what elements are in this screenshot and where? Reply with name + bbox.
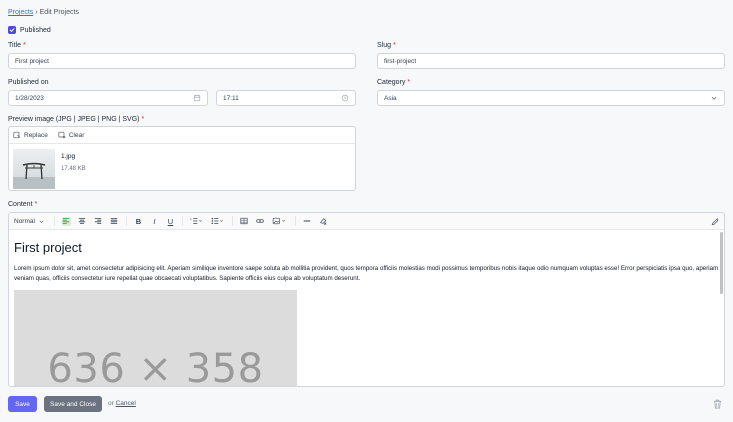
chevron-down-icon	[711, 96, 717, 100]
uploader-toolbar: Replace Clear	[9, 127, 355, 144]
date-input-value: 1/28/2023	[15, 94, 44, 102]
toolbar-divider	[294, 216, 296, 226]
toolbar-divider	[231, 216, 233, 226]
bold-icon[interactable]: B	[134, 217, 143, 226]
clear-icon	[58, 131, 66, 139]
clock-icon[interactable]	[341, 94, 349, 102]
published-toggle[interactable]: Published	[8, 26, 51, 34]
content-label: Content *	[8, 201, 37, 208]
or-cancel: or Cancel	[108, 400, 136, 407]
link-icon[interactable]	[256, 217, 265, 226]
format-select[interactable]: Normal	[14, 218, 45, 225]
underline-icon[interactable]: U	[166, 217, 175, 226]
breadcrumb-projects-link[interactable]: Projects	[8, 9, 33, 16]
align-right-icon[interactable]	[94, 217, 103, 226]
trash-icon[interactable]	[713, 399, 722, 409]
calendar-icon[interactable]	[193, 94, 201, 102]
category-label-text: Category	[377, 79, 406, 86]
content-heading: First project	[14, 240, 82, 255]
clear-label: Clear	[68, 131, 85, 139]
editor-content-area[interactable]: First project Lorem ipsum dolor sit, ame…	[9, 230, 724, 387]
time-input[interactable]: 17:11	[216, 90, 356, 106]
svg-text:1: 1	[191, 217, 193, 221]
category-label: Category *	[377, 79, 410, 86]
or-text: or	[108, 400, 114, 407]
toolbar-divider	[125, 216, 127, 226]
slug-label: Slug *	[377, 42, 396, 49]
check-icon	[9, 28, 15, 32]
content-editor: Normal B I U 1 First project Lorem ipsum…	[8, 212, 725, 387]
required-marker: *	[407, 79, 411, 86]
placeholder-dimensions: 636 × 358	[47, 346, 264, 387]
horizontal-line-icon[interactable]	[303, 217, 312, 226]
image-thumbnail[interactable]	[13, 149, 55, 189]
content-label-text: Content	[8, 201, 33, 208]
align-left-icon[interactable]	[61, 216, 71, 226]
preview-image-label: Preview image (JPG | JPEG | PNG | SVG) *	[8, 116, 144, 123]
source-edit-icon[interactable]	[710, 217, 719, 226]
clear-format-icon[interactable]	[319, 217, 328, 226]
published-checkbox[interactable]	[8, 26, 16, 34]
published-label: Published	[20, 26, 51, 34]
breadcrumb-current: Edit Projects	[39, 9, 79, 16]
file-size: 17.48 KB	[61, 166, 86, 172]
replace-label: Replace	[24, 131, 48, 139]
toolbar-divider	[181, 216, 183, 226]
time-input-value: 17:11	[223, 94, 239, 102]
slug-label-text: Slug	[377, 42, 392, 49]
content-paragraph: Lorem ipsum dolor sit, amet consectetur …	[14, 265, 719, 282]
align-center-icon[interactable]	[78, 217, 87, 226]
ordered-list-icon[interactable]: 1	[190, 217, 204, 226]
chevron-down-icon	[39, 220, 44, 223]
content-placeholder-image[interactable]: 636 × 358	[14, 290, 297, 387]
preview-image-uploader: Replace Clear 1.jpg 17.48 KB	[8, 126, 356, 191]
torii-gate-image	[13, 162, 55, 189]
uploaded-file: 1.jpg 17.48 KB	[9, 144, 355, 194]
save-button[interactable]: Save	[8, 396, 37, 412]
clear-button[interactable]: Clear	[58, 131, 85, 139]
italic-icon[interactable]: I	[150, 217, 159, 226]
title-input[interactable]: First project	[8, 53, 356, 69]
table-icon[interactable]	[240, 217, 249, 226]
bulleted-list-icon[interactable]	[211, 217, 225, 226]
image-insert-icon[interactable]	[272, 217, 288, 226]
file-info: 1.jpg 17.48 KB	[61, 149, 86, 189]
required-marker: *	[393, 42, 396, 49]
required-marker: *	[34, 201, 38, 208]
breadcrumb-separator: ›	[35, 9, 38, 16]
category-select[interactable]: Asia	[377, 90, 725, 106]
format-select-value: Normal	[14, 217, 35, 225]
category-select-value: Asia	[384, 94, 397, 102]
date-input[interactable]: 1/28/2023	[8, 90, 208, 106]
align-justify-icon[interactable]	[110, 217, 119, 226]
file-name: 1.jpg	[61, 153, 76, 160]
replace-icon	[13, 131, 21, 139]
breadcrumb: Projects › Edit Projects	[8, 9, 79, 16]
slug-input[interactable]: first-project	[377, 53, 725, 69]
required-marker: *	[141, 116, 145, 123]
editor-scrollbar[interactable]	[720, 232, 723, 294]
toolbar-divider	[53, 216, 55, 226]
published-on-label: Published on	[8, 79, 49, 86]
title-input-value: First project	[15, 57, 49, 65]
title-label: Title *	[8, 42, 26, 49]
slug-input-value: first-project	[384, 57, 417, 65]
required-marker: *	[22, 42, 26, 49]
cancel-link[interactable]: Cancel	[116, 400, 136, 407]
save-and-close-button[interactable]: Save and Close	[44, 396, 102, 412]
replace-button[interactable]: Replace	[13, 131, 48, 139]
editor-toolbar: Normal B I U 1	[9, 213, 724, 230]
title-label-text: Title	[8, 42, 21, 49]
preview-image-label-text: Preview image (JPG | JPEG | PNG | SVG)	[8, 116, 140, 123]
